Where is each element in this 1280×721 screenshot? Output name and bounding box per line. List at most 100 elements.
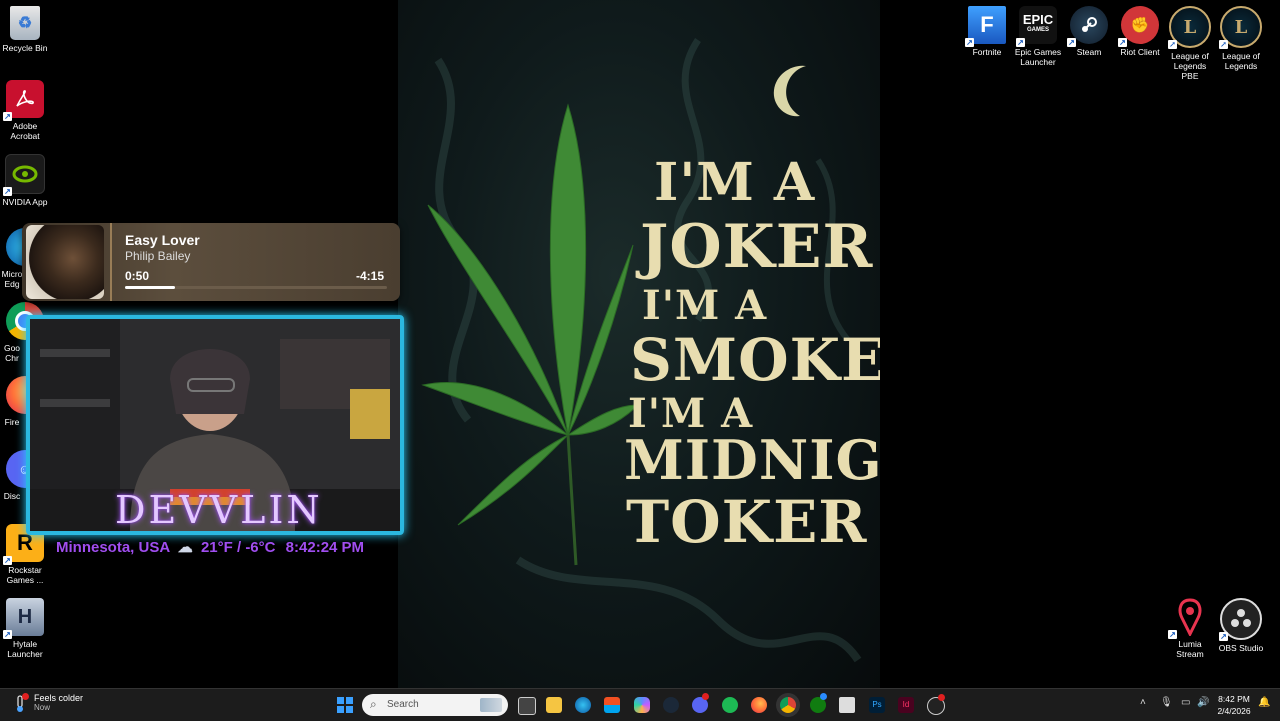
epic-logo-text: EPIC (1022, 12, 1054, 27)
desktop-icon-label: League of Legends (1222, 51, 1260, 71)
wallpaper-text-line4: SMOKER (630, 326, 880, 394)
xbox-icon[interactable] (810, 693, 827, 713)
desktop-icon-label: Recycle Bin (2, 43, 48, 53)
task-view-icon[interactable] (518, 697, 536, 715)
streamer-name: DEVVLIN (115, 488, 323, 532)
weather-widget[interactable]: Feels colder Now (12, 692, 84, 712)
shortcut-arrow-icon: ↗ (1016, 38, 1025, 47)
league-of-legends-icon: L ↗ (1219, 6, 1262, 49)
weather-alert-badge (22, 692, 29, 700)
firefox-taskbar-icon[interactable] (751, 697, 767, 713)
shortcut-arrow-icon: ↗ (1118, 38, 1127, 47)
track-artist: Philip Bailey (125, 249, 191, 263)
obs-live-badge (938, 694, 945, 701)
xbox-badge (820, 693, 827, 700)
taskbar: Feels colder Now ⌕ Search Ps Id ˄ 🎙 ▭ 🔊 … (0, 688, 1280, 721)
system-clock[interactable]: 8:42 PM 2/4/2026 (1214, 693, 1254, 717)
taskbar-search-box[interactable]: ⌕ Search (362, 694, 508, 716)
desktop-icon-label: OBS Studio (1218, 643, 1264, 653)
shortcut-arrow-icon: ↗ (965, 38, 974, 47)
shortcut-arrow-icon: ↗ (1168, 39, 1177, 49)
desktop-icon-obs-studio[interactable]: ↗ OBS Studio (1216, 598, 1266, 653)
desktop-icon-label: Lumia Stream (1176, 639, 1204, 659)
elapsed-time: 0:50 (125, 269, 150, 283)
snipping-tool-icon[interactable] (839, 697, 855, 713)
moon-icon (773, 65, 806, 117)
search-icon: ⌕ (370, 697, 377, 711)
file-explorer-icon[interactable] (546, 697, 562, 713)
chrome-taskbar-icon[interactable] (780, 697, 796, 713)
microphone-icon[interactable]: 🎙 (1160, 697, 1173, 708)
desktop-icon-label: Steam (1076, 47, 1102, 57)
microsoft-store-icon[interactable] (604, 697, 620, 713)
spotify-icon[interactable] (722, 697, 738, 713)
desktop-icon-adobe-acrobat[interactable]: ↗ Adobe Acrobat (0, 80, 50, 141)
remaining-time: -4:15 (355, 269, 384, 283)
desktop-icon-label: Epic Games Launcher (1014, 47, 1062, 67)
location-text: Minnesota, USA (56, 539, 170, 556)
track-progress-bar[interactable] (125, 286, 387, 289)
indesign-icon[interactable]: Id (898, 697, 914, 713)
nvidia-icon: ↗ (3, 154, 45, 196)
copilot-icon[interactable] (634, 697, 650, 713)
desktop-icon-league-of-legends[interactable]: L ↗ League of Legends (1216, 6, 1266, 71)
desktop-icon-label: Goo Chr (3, 343, 21, 363)
steam-icon: ↗ (1067, 6, 1108, 47)
lumia-stream-icon: ↗ (1168, 598, 1209, 639)
widget-divider (110, 223, 112, 301)
desktop-icon-label: Hytale Launcher (7, 639, 43, 659)
desktop-icon-riot-client[interactable]: ✊ ↗ Riot Client (1115, 6, 1165, 57)
desktop-icon-recycle-bin[interactable]: ♻ Recycle Bin (0, 6, 50, 53)
desktop-icon-label: Disc (3, 491, 21, 501)
clock-time: 8:42 PM (1218, 694, 1250, 704)
desktop-icon-nvidia-app[interactable]: ↗ NVIDIA App (0, 154, 50, 207)
network-icon[interactable]: ▭ (1181, 697, 1190, 708)
shortcut-arrow-icon: ↗ (3, 556, 12, 565)
now-playing-widget[interactable]: Easy Lover Philip Bailey 0:50 -4:15 (22, 223, 400, 301)
desktop-icon-steam[interactable]: ↗ Steam (1064, 6, 1114, 57)
obs-studio-icon: ↗ (1219, 598, 1262, 641)
weather-subtitle: Now (34, 703, 51, 712)
location-weather-bar: Minnesota, USA ☁ 21°F / -6°C 8:42:24 PM (56, 538, 364, 556)
desktop-icon-label: NVIDIA App (2, 197, 48, 207)
desktop-icon-label: Micro Edg (1, 269, 23, 289)
desktop-icon-label: League of Legends PBE (1171, 51, 1209, 81)
album-art (26, 225, 104, 299)
desktop-icon-lumia-stream[interactable]: ↗ Lumia Stream (1165, 598, 1215, 659)
start-button[interactable] (337, 697, 353, 713)
wallpaper-text-line2: JOKER (640, 212, 874, 282)
cannabis-leaf-illustration (421, 103, 640, 566)
epic-games-icon: EPIC GAMES ↗ (1016, 6, 1057, 47)
shortcut-arrow-icon: ↗ (1219, 39, 1228, 49)
adobe-acrobat-icon: ↗ (3, 80, 44, 121)
shortcut-arrow-icon: ↗ (3, 630, 12, 639)
desktop-icon-fortnite[interactable]: F ↗ Fortnite (962, 6, 1012, 57)
desktop-wallpaper: I'M A JOKER I'M A SMOKER I'M A MIDNIGHT … (398, 0, 880, 688)
photoshop-icon[interactable]: Ps (869, 697, 885, 713)
wallpaper-text-line1: I'M A (654, 152, 816, 213)
desktop-icon-label: Fire (4, 417, 20, 427)
weather-title: Feels colder (34, 693, 84, 703)
discord-badge (702, 693, 709, 700)
shortcut-arrow-icon: ↗ (1219, 632, 1228, 641)
desktop-icon-league-of-legends-pbe[interactable]: L ↗ League of Legends PBE (1165, 6, 1215, 81)
obs-taskbar-icon[interactable] (927, 694, 945, 715)
recycle-bin-icon: ♻ (10, 6, 40, 40)
show-hidden-icons-chevron-icon[interactable]: ˄ (1140, 697, 1146, 708)
desktop-icon-hytale-launcher[interactable]: H ↗ Hytale Launcher (0, 598, 50, 659)
desktop-icon-epic-games-launcher[interactable]: EPIC GAMES ↗ Epic Games Launcher (1013, 6, 1063, 67)
steam-taskbar-icon[interactable] (663, 697, 679, 713)
notification-bell-icon[interactable]: 🔔 (1258, 697, 1270, 708)
shortcut-arrow-icon: ↗ (3, 187, 12, 196)
wallpaper-text-line7: TOKER (626, 488, 868, 556)
search-placeholder: Search (387, 699, 419, 710)
volume-icon[interactable]: 🔊 (1197, 697, 1209, 708)
search-highlight-icon (480, 698, 502, 712)
edge-taskbar-icon[interactable] (575, 697, 591, 713)
wallpaper-text-line3: I'M A (642, 282, 768, 329)
desktop-icon-label: Fortnite (972, 47, 1002, 57)
shortcut-arrow-icon: ↗ (3, 112, 12, 121)
epic-logo-sub: GAMES (1026, 27, 1049, 33)
track-title: Easy Lover (125, 232, 200, 248)
discord-taskbar-icon[interactable] (692, 693, 709, 713)
